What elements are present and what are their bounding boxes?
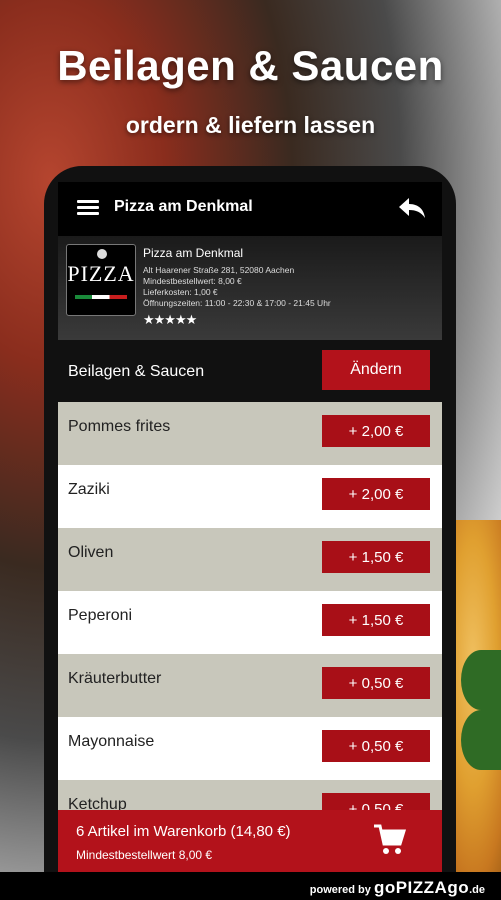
list-item: Kräuterbutter + 0,50 € bbox=[58, 654, 442, 717]
powered-by-prefix: powered by bbox=[309, 884, 374, 896]
cart-min-order: Mindestbestellwert 8,00 € bbox=[76, 848, 213, 862]
add-item-button[interactable]: + 2,00 € bbox=[322, 478, 430, 510]
brand-tld: .de bbox=[469, 884, 485, 896]
logo-text: PIZZA bbox=[67, 261, 135, 286]
footer-bar: powered by goPIZZAgo.de bbox=[0, 872, 501, 900]
add-item-button[interactable]: + 0,50 € bbox=[322, 730, 430, 762]
change-category-button[interactable]: Ändern bbox=[322, 350, 430, 390]
promo-headline: Beilagen & Saucen bbox=[57, 42, 444, 89]
add-item-button[interactable]: + 0,50 € bbox=[322, 667, 430, 699]
promo-subline: ordern & liefern lassen bbox=[125, 112, 376, 138]
rating-stars: ★★★★★ bbox=[143, 312, 197, 327]
hamburger-menu-icon[interactable] bbox=[77, 200, 99, 216]
item-label: Mayonnaise bbox=[68, 733, 155, 750]
app-screen: Pizza am Denkmal PIZZA Pizza am Denkmal … bbox=[58, 182, 442, 872]
basil-leaf-decoration bbox=[461, 710, 501, 770]
restaurant-name: Pizza am Denkmal bbox=[143, 246, 244, 260]
italian-flag-stripe bbox=[75, 295, 127, 299]
list-item: Peperoni + 1,50 € bbox=[58, 591, 442, 654]
restaurant-delivery-cost: Lieferkosten: 1,00 € bbox=[143, 287, 218, 297]
list-item: Oliven + 1,50 € bbox=[58, 528, 442, 591]
add-item-button[interactable]: + 2,00 € bbox=[322, 415, 430, 447]
app-bar: Pizza am Denkmal bbox=[58, 182, 442, 236]
cart-summary: 6 Artikel im Warenkorb (14,80 €) bbox=[76, 823, 291, 840]
back-arrow-icon[interactable] bbox=[398, 196, 426, 220]
item-label: Oliven bbox=[68, 544, 114, 561]
app-bar-title: Pizza am Denkmal bbox=[114, 198, 253, 215]
add-item-button[interactable]: + 1,50 € bbox=[322, 541, 430, 573]
shopping-cart-icon[interactable] bbox=[372, 822, 408, 858]
restaurant-address: Alt Haarener Straße 281, 52080 Aachen bbox=[143, 265, 295, 275]
list-item: Pommes frites + 2,00 € bbox=[58, 402, 442, 465]
restaurant-info-panel: PIZZA Pizza am Denkmal Alt Haarener Stra… bbox=[58, 236, 442, 340]
category-header: Beilagen & Saucen Ändern bbox=[58, 340, 442, 402]
add-item-button[interactable]: + 1,50 € bbox=[322, 604, 430, 636]
list-item: Mayonnaise + 0,50 € bbox=[58, 717, 442, 780]
item-list: Pommes frites + 2,00 € Zaziki + 2,00 € O… bbox=[58, 402, 442, 843]
category-title: Beilagen & Saucen bbox=[68, 363, 205, 380]
list-item: Zaziki + 2,00 € bbox=[58, 465, 442, 528]
logo-chef-icon bbox=[97, 249, 107, 259]
item-label: Kräuterbutter bbox=[68, 670, 162, 687]
powered-by-credit: powered by goPIZZAgo.de bbox=[310, 878, 485, 898]
item-label: Zaziki bbox=[68, 481, 110, 498]
basil-leaf-decoration bbox=[461, 650, 501, 710]
cart-bar[interactable]: 6 Artikel im Warenkorb (14,80 €) Mindest… bbox=[58, 810, 442, 872]
item-label: Pommes frites bbox=[68, 418, 171, 435]
item-label: Peperoni bbox=[68, 607, 133, 624]
restaurant-hours: Öffnungszeiten: 11:00 - 22:30 & 17:00 - … bbox=[143, 298, 331, 308]
restaurant-min-order: Mindestbestellwert: 8,00 € bbox=[143, 276, 242, 286]
brand-logo-text: goPIZZAgo bbox=[373, 878, 470, 897]
restaurant-logo: PIZZA bbox=[66, 244, 136, 316]
